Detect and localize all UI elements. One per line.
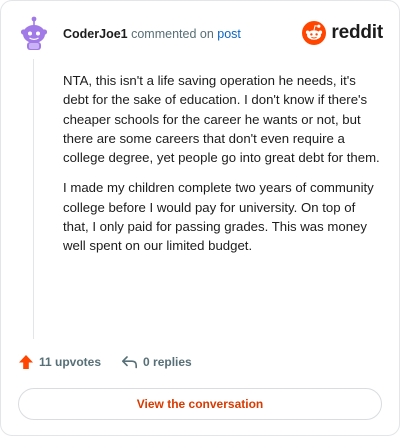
comment-header: CoderJoe1 commented on post bbox=[63, 26, 241, 42]
replies-stat[interactable]: 0 replies bbox=[121, 354, 192, 370]
username-link[interactable]: CoderJoe1 bbox=[63, 27, 128, 41]
post-link[interactable]: post bbox=[217, 27, 241, 41]
comment-stats: 11 upvotes 0 replies bbox=[18, 354, 212, 370]
comment-body: NTA, this isn't a life saving operation … bbox=[63, 71, 381, 267]
replies-count: 0 replies bbox=[143, 355, 192, 369]
comment-card: CoderJoe1 commented on post reddit NTA, … bbox=[0, 0, 400, 436]
comment-paragraph: NTA, this isn't a life saving operation … bbox=[63, 73, 380, 166]
upvotes-count: 11 upvotes bbox=[39, 355, 102, 369]
snoo-avatar-icon bbox=[16, 15, 52, 51]
brand-wordmark: reddit bbox=[331, 22, 383, 43]
comment-paragraph: I made my children complete two years of… bbox=[63, 180, 374, 254]
action-text: commented on bbox=[131, 27, 214, 41]
upvotes-stat[interactable]: 11 upvotes bbox=[18, 354, 101, 370]
reply-arrow-icon bbox=[122, 356, 138, 369]
avatar[interactable] bbox=[16, 15, 52, 51]
upvote-arrow-icon bbox=[19, 355, 33, 369]
reddit-logo-icon bbox=[302, 21, 327, 45]
reddit-brand[interactable]: reddit bbox=[302, 21, 383, 45]
view-conversation-button[interactable]: View the conversation bbox=[18, 388, 382, 420]
view-conversation-label: View the conversation bbox=[136, 397, 264, 411]
thread-line bbox=[33, 59, 34, 339]
